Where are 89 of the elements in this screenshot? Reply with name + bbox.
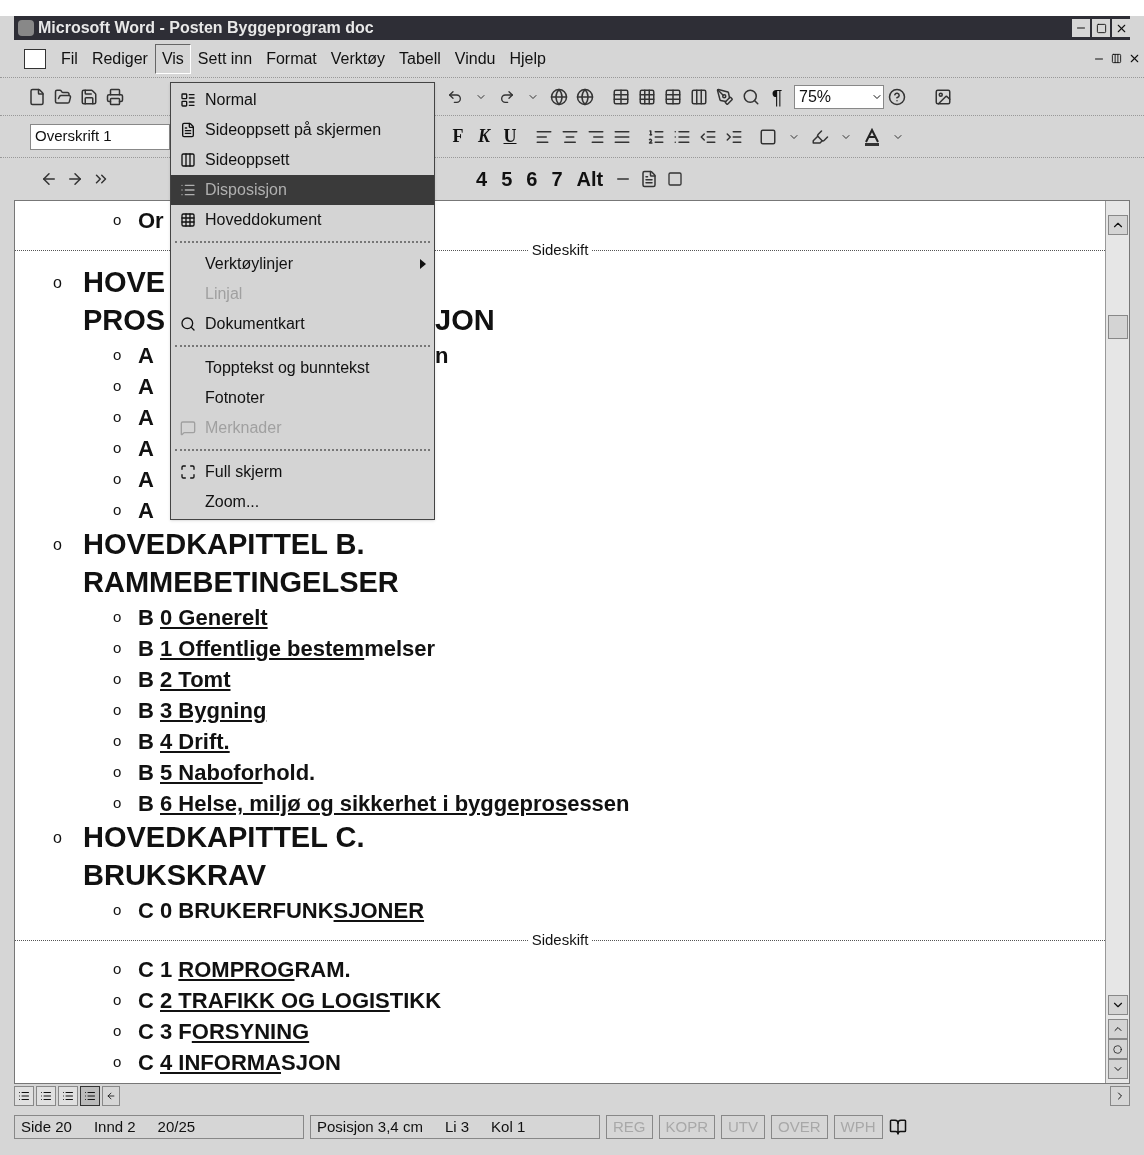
menu-item[interactable]: Full skjerm [171,457,434,487]
outline-item: A [138,467,154,492]
italic-button[interactable]: K [471,123,497,150]
outline-bullet: o [113,794,122,812]
outline-item: A [138,436,154,461]
menu-bar-item[interactable]: Hjelp [502,43,553,74]
outline-item: C 1 ROMPROGRAM. [138,957,351,982]
outline-item: B 6 Helse, miljø og sikkerhet i byggeprosessen [138,791,630,816]
menu-item[interactable]: Sideoppsett på skjermen [171,115,434,145]
outline-bullet: o [113,346,122,364]
outline-bullet: o [113,1053,122,1071]
outline-bullet: o [113,639,122,657]
page-break-label: Sideskift [530,929,590,950]
menu-item[interactable]: Disposisjon [171,175,434,205]
status-field: 20/25 [157,1115,196,1139]
outline-item: A [138,498,154,523]
outline-item: B 3 Bygning [138,698,267,723]
menu-item[interactable]: Hoveddokument [171,205,434,235]
page-break-label: Sideskift [530,239,590,260]
outline-bullet: o [113,901,122,919]
outline-level-button[interactable]: 4 [469,164,495,194]
menu-bar-item[interactable]: Tabell [392,43,448,74]
outline-bullet: o [113,408,122,426]
menu-bar-item[interactable]: Rediger [84,43,155,74]
outline-bullet: o [53,274,62,291]
style-field[interactable]: Overskrift 1 [30,123,170,150]
outline-item: B 5 Naboforhold. [138,760,316,785]
underline-button[interactable]: U [497,123,523,150]
outline-bullet: o [113,501,122,519]
outline-item: B 4 Drift. [138,729,230,754]
status-field: Side 20 [21,1115,72,1139]
menu-item[interactable]: Dokumentkart [171,309,434,339]
menu-bar-item[interactable]: Verktøy [323,43,393,74]
outline-bullet: o [113,1022,122,1040]
outline-bullet: o [53,536,62,553]
outline-level-button[interactable]: 5 [494,164,520,194]
outline-heading: JON [435,303,495,339]
outline-bullet: o [113,211,122,229]
outline-heading: BRUKSKRAV [83,859,267,892]
outline-heading: RAMMEBETINGELSER [83,566,399,599]
outline-level-button[interactable]: Alt [569,164,611,194]
menu-item[interactable]: Normal [171,85,434,115]
status-field: Li 3 [444,1115,470,1139]
menu-bar-item[interactable]: Fil [54,43,85,74]
window-title: Microsoft Word - Posten Byggeprogram doc [38,18,375,38]
outline-bullet: o [113,670,122,688]
menu-item[interactable]: Verktøylinjer [171,249,434,279]
outline-item: C 0 BRUKERFUNKSJONER [138,898,425,923]
outline-item: n [435,342,449,370]
outline-item: A [138,374,154,399]
outline-item: A [138,405,154,430]
outline-bullet: o [113,439,122,457]
outline-item: B 0 Generelt [138,605,268,630]
outline-heading: HOVEDKAPITTEL B. [83,528,365,561]
outline-bullet: o [113,732,122,750]
menu-item[interactable]: Fotnoter [171,383,434,413]
pilcrow-button[interactable]: ¶ [764,81,790,112]
zoom-field[interactable]: 75% [794,84,884,109]
outline-bullet: o [113,960,122,978]
outline-bullet: o [53,829,62,846]
outline-item: B 2 Tomt [138,667,231,692]
menu-bar-item[interactable]: Format [259,43,324,74]
status-field: Innd 2 [93,1115,136,1139]
outline-item: B 1 Offentlige bestemmelser [138,636,436,661]
outline-bullet: o [113,377,122,395]
outline-item: C 3 FORSYNING [138,1019,310,1044]
menu-bar-item[interactable]: Sett inn [190,43,260,74]
outline-heading: HOVE [83,266,166,299]
outline-heading: PROS [83,304,166,337]
outline-item: C 2 TRAFIKK OG LOGISTIKK [138,988,442,1013]
bold-button[interactable]: F [445,123,471,150]
menu-item[interactable]: Zoom... [171,487,434,517]
outline-bullet: o [113,470,122,488]
status-field: Posisjon 3,4 cm [317,1115,423,1139]
menu-item[interactable]: Topptekst og bunntekst [171,353,434,383]
outline-item: Or [138,208,164,233]
menu-item[interactable]: Sideoppsett [171,145,434,175]
menu-bar-item[interactable]: Vindu [447,43,503,74]
outline-bullet: o [113,763,122,781]
outline-heading: HOVEDKAPITTEL C. [83,821,365,854]
status-field: Kol 1 [491,1115,526,1139]
outline-level-button[interactable]: 6 [519,164,545,194]
outline-bullet: o [113,991,122,1009]
outline-bullet: o [113,608,122,626]
menu-bar-item[interactable]: Vis [154,43,191,74]
outline-bullet: o [113,701,122,719]
outline-item: A [138,343,154,368]
outline-level-button[interactable]: 7 [544,164,570,194]
outline-item: C 4 INFORMASJON [138,1050,341,1075]
